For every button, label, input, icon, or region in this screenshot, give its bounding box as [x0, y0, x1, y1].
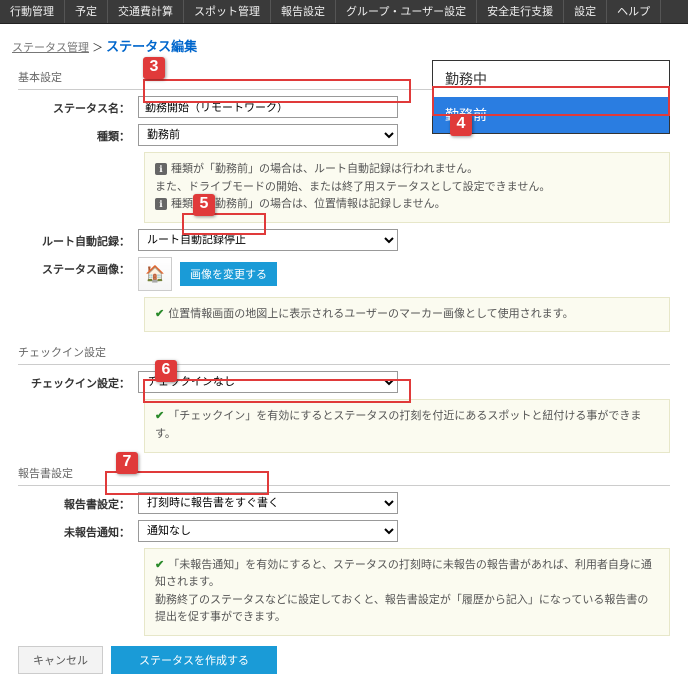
- menu-item[interactable]: 交通費計算: [108, 0, 184, 23]
- image-hint-box: 位置情報画面の地図上に表示されるユーザーのマーカー画像として使用されます。: [144, 297, 670, 333]
- hint-text: 「チェックイン」を有効にするとステータスの打刻を付近にあるスポットと紐付ける事が…: [155, 408, 659, 443]
- menu-item[interactable]: 設定: [564, 0, 607, 23]
- checkin-hint-box: 「チェックイン」を有効にするとステータスの打刻を付近にあるスポットと紐付ける事が…: [144, 399, 670, 452]
- breadcrumb: ステータス管理 ＞ ステータス編集: [12, 36, 676, 55]
- status-name-input[interactable]: [138, 96, 398, 118]
- report-hint-box: 「未報告通知」を有効にすると、ステータスの打刻時に未報告の報告書があれば、利用者…: [144, 548, 670, 636]
- type-select[interactable]: 勤務前: [138, 124, 398, 146]
- callout-6: 6: [155, 360, 177, 382]
- hint-text: また、ドライブモードの開始、または終了用ステータスとして設定できません。: [155, 179, 659, 197]
- checkin-label: チェックイン設定：: [18, 371, 138, 391]
- unreport-label: 未報告通知：: [18, 520, 138, 540]
- create-status-button[interactable]: ステータスを作成する: [111, 646, 277, 674]
- route-select[interactable]: ルート自動記録停止: [138, 229, 398, 251]
- hint-text: 位置情報画面の地図上に表示されるユーザーのマーカー画像として使用されます。: [155, 306, 659, 324]
- menu-item[interactable]: グループ・ユーザー設定: [336, 0, 477, 23]
- menu-item[interactable]: 行動管理: [0, 0, 65, 23]
- hint-text: 勤務終了のステータスなどに設定しておくと、報告書設定が「履歴から記入」になってい…: [155, 592, 659, 627]
- callout-5: 5: [193, 194, 215, 216]
- report-label: 報告書設定：: [18, 492, 138, 512]
- menu-item[interactable]: 予定: [65, 0, 108, 23]
- menu-item[interactable]: スポット管理: [184, 0, 271, 23]
- menu-item[interactable]: 報告設定: [271, 0, 336, 23]
- checkin-select[interactable]: チェックインなし: [138, 371, 398, 393]
- change-image-button[interactable]: 画像を変更する: [180, 262, 277, 286]
- status-image-thumb: 🏠: [138, 257, 172, 291]
- status-image-label: ステータス画像：: [18, 257, 138, 277]
- menu-item[interactable]: ヘルプ: [607, 0, 661, 23]
- callout-3: 3: [143, 57, 165, 79]
- status-name-label: ステータス名：: [18, 96, 138, 116]
- top-menubar: 行動管理 予定 交通費計算 スポット管理 報告設定 グループ・ユーザー設定 安全…: [0, 0, 688, 24]
- cancel-button[interactable]: キャンセル: [18, 646, 103, 674]
- callout-4: 4: [450, 114, 472, 136]
- hint-text: 種類が「勤務前」の場合は、位置情報は記録しません。: [155, 196, 659, 214]
- report-select[interactable]: 打刻時に報告書をすぐ書く: [138, 492, 398, 514]
- callout-7: 7: [116, 452, 138, 474]
- route-label: ルート自動記録：: [18, 229, 138, 249]
- dropdown-option[interactable]: 勤務中: [433, 61, 669, 97]
- hint-text: 種類が「勤務前」の場合は、ルート自動記録は行われません。: [155, 161, 659, 179]
- unreport-select[interactable]: 通知なし: [138, 520, 398, 542]
- hint-text: 「未報告通知」を有効にすると、ステータスの打刻時に未報告の報告書があれば、利用者…: [155, 557, 659, 592]
- section-checkin: チェックイン設定: [18, 338, 670, 365]
- page-title: ステータス編集: [106, 39, 197, 54]
- breadcrumb-root[interactable]: ステータス管理: [12, 42, 89, 54]
- menu-item[interactable]: 安全走行支援: [477, 0, 564, 23]
- type-hint-box: 種類が「勤務前」の場合は、ルート自動記録は行われません。 また、ドライブモードの…: [144, 152, 670, 223]
- type-label: 種類：: [18, 124, 138, 144]
